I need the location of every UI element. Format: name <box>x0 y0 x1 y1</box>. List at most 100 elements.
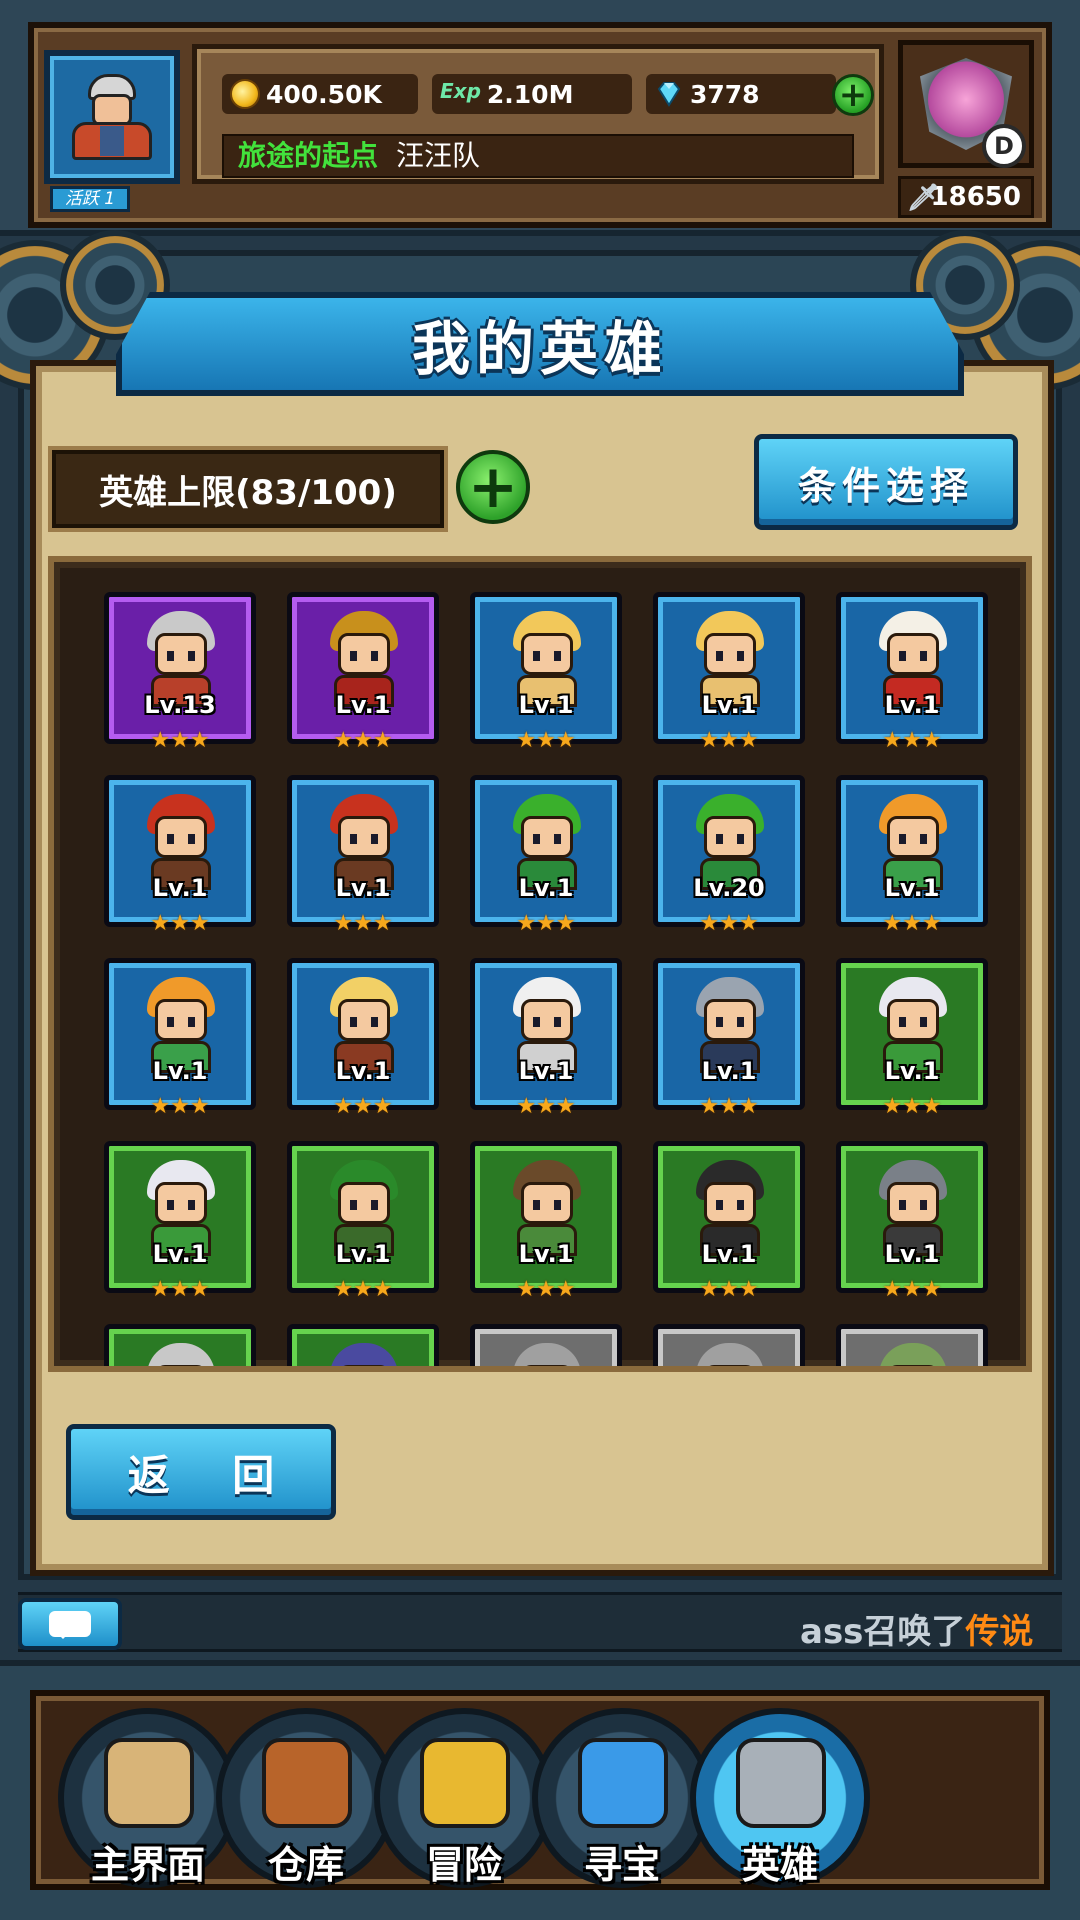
hero-level: Lv.1 <box>884 691 940 719</box>
hero-card[interactable] <box>287 1324 439 1366</box>
hero-portrait-frame[interactable]: Lv.1 <box>653 592 805 744</box>
hero-portrait-icon <box>141 1343 221 1366</box>
hero-stars: ★★★ <box>333 911 393 936</box>
hero-card[interactable]: Lv.1 ★★★ <box>287 775 439 936</box>
hero-card[interactable]: Lv.1 ★★★ <box>104 958 256 1119</box>
hero-eye <box>737 1200 744 1210</box>
hero-portrait-frame[interactable]: Lv.1 <box>470 1141 622 1293</box>
hero-portrait-frame[interactable]: Lv.1 <box>836 775 988 927</box>
hero-card[interactable]: Lv.1 ★★★ <box>653 958 805 1119</box>
hero-portrait-icon <box>873 1343 953 1366</box>
hero-eye <box>920 834 927 844</box>
hero-eye <box>716 651 723 661</box>
hero-portrait-frame[interactable]: Lv.1 <box>104 1141 256 1293</box>
hero-level: Lv.1 <box>701 1240 757 1268</box>
hero-eye <box>371 651 378 661</box>
hero-level: Lv.1 <box>335 691 391 719</box>
hero-card[interactable] <box>104 1324 256 1366</box>
hero-portrait-frame[interactable]: Lv.1 <box>470 592 622 744</box>
hero-face <box>155 999 207 1041</box>
hero-portrait-frame[interactable]: Lv.1 <box>836 958 988 1110</box>
hero-face <box>155 633 207 675</box>
hero-card[interactable]: Lv.1 ★★★ <box>836 958 988 1119</box>
hero-portrait-frame[interactable]: Lv.13 <box>104 592 256 744</box>
hero-face <box>887 816 939 858</box>
title-banner: 我的英雄 <box>116 292 964 396</box>
hero-portrait-frame[interactable]: Lv.1 <box>653 1141 805 1293</box>
hero-eye <box>899 834 906 844</box>
crystal-icon <box>578 1738 668 1828</box>
hero-portrait-frame[interactable] <box>653 1324 805 1366</box>
gem-display: 3778 <box>646 74 836 114</box>
hero-eye <box>167 1200 174 1210</box>
hero-portrait-frame[interactable]: Lv.1 <box>104 958 256 1110</box>
hero-grid-frame[interactable]: Lv.13 ★★★ Lv.1 ★★★ Lv.1 ★★★ Lv.1 ★★★ Lv.1 ★★★ Lv.1… <box>48 556 1032 1372</box>
hero-card[interactable]: Lv.1 ★★★ <box>470 958 622 1119</box>
hero-portrait-frame[interactable]: Lv.20 <box>653 775 805 927</box>
hero-card[interactable]: Lv.1 ★★★ <box>836 592 988 753</box>
hero-portrait-frame[interactable]: Lv.1 <box>653 958 805 1110</box>
hero-card[interactable]: Lv.1 ★★★ <box>287 592 439 753</box>
expand-limit-button[interactable]: + <box>456 450 530 524</box>
hero-stars: ★★★ <box>333 1277 393 1302</box>
hero-card[interactable]: Lv.20 ★★★ <box>653 775 805 936</box>
hero-portrait-frame[interactable]: Lv.1 <box>836 1141 988 1293</box>
exp-icon: Exp <box>440 79 481 103</box>
hero-level: Lv.1 <box>518 1240 574 1268</box>
hero-card[interactable]: Lv.1 ★★★ <box>836 1141 988 1302</box>
hero-hair <box>513 1343 581 1366</box>
hero-portrait-frame[interactable]: Lv.1 <box>287 1141 439 1293</box>
hero-eye <box>554 1200 561 1210</box>
hero-eye <box>188 834 195 844</box>
hero-portrait-frame[interactable]: Lv.1 <box>287 775 439 927</box>
hero-card[interactable]: Lv.1 ★★★ <box>836 775 988 936</box>
exp-display: Exp 2.10M <box>432 74 632 114</box>
hero-portrait-frame[interactable]: Lv.1 <box>470 775 622 927</box>
hero-card[interactable] <box>653 1324 805 1366</box>
hero-portrait-frame[interactable] <box>104 1324 256 1366</box>
hero-card[interactable]: Lv.1 ★★★ <box>287 958 439 1119</box>
hero-face <box>338 1365 390 1366</box>
hero-portrait-frame[interactable]: Lv.1 <box>287 958 439 1110</box>
hero-portrait-icon <box>690 1343 770 1366</box>
hero-portrait-icon <box>507 1343 587 1366</box>
hero-eye <box>899 651 906 661</box>
hero-face <box>521 999 573 1041</box>
hero-hair <box>879 1343 947 1366</box>
nav-tab-label: 仓库 <box>267 1843 344 1887</box>
hero-portrait-frame[interactable]: Lv.1 <box>836 592 988 744</box>
hero-portrait-frame[interactable]: Lv.1 <box>104 775 256 927</box>
filter-button[interactable]: 条件选择 <box>754 434 1018 530</box>
add-gems-button[interactable]: + <box>832 74 874 116</box>
hero-card[interactable]: Lv.1 ★★★ <box>470 592 622 753</box>
hero-card[interactable]: Lv.13 ★★★ <box>104 592 256 753</box>
hero-level: Lv.1 <box>701 691 757 719</box>
hero-card[interactable]: Lv.1 ★★★ <box>653 592 805 753</box>
nav-tab-label: 寻宝 <box>583 1843 660 1887</box>
nav-tab-label: 英雄 <box>741 1843 818 1887</box>
sword-icon: 🗡 <box>907 183 941 213</box>
hero-portrait-frame[interactable] <box>287 1324 439 1366</box>
hero-stars: ★★★ <box>882 1094 942 1119</box>
chat-button[interactable] <box>18 1598 122 1650</box>
hero-portrait-frame[interactable]: Lv.1 <box>287 592 439 744</box>
hero-portrait-frame[interactable] <box>470 1324 622 1366</box>
hero-face <box>887 999 939 1041</box>
chat-message: ass召唤了 <box>800 1612 966 1650</box>
hero-card[interactable]: Lv.1 ★★★ <box>653 1141 805 1302</box>
hero-card[interactable]: Lv.1 ★★★ <box>287 1141 439 1302</box>
hero-card[interactable] <box>470 1324 622 1366</box>
hero-card[interactable]: Lv.1 ★★★ <box>104 1141 256 1302</box>
hero-stars: ★★★ <box>516 1094 576 1119</box>
hero-card[interactable] <box>836 1324 988 1366</box>
return-button[interactable]: 返 回 <box>66 1424 336 1520</box>
hero-card[interactable]: Lv.1 ★★★ <box>470 775 622 936</box>
hero-portrait-frame[interactable] <box>836 1324 988 1366</box>
hero-level: Lv.1 <box>884 1057 940 1085</box>
hero-card[interactable]: Lv.1 ★★★ <box>104 775 256 936</box>
hero-portrait-frame[interactable]: Lv.1 <box>470 958 622 1110</box>
hero-stars: ★★★ <box>699 911 759 936</box>
player-avatar[interactable] <box>44 50 180 184</box>
hero-card[interactable]: Lv.1 ★★★ <box>470 1141 622 1302</box>
hero-eye <box>533 1017 540 1027</box>
